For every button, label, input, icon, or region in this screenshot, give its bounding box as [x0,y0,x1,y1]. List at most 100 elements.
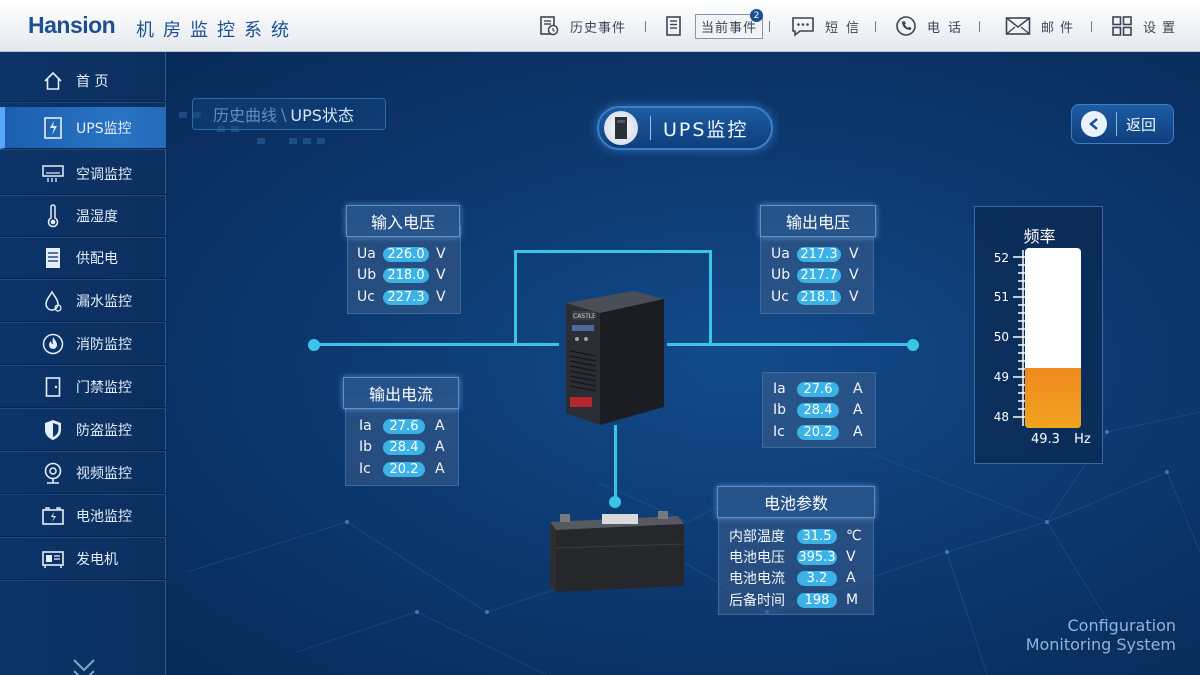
right-current-value-b: 28.4 [797,402,839,418]
nav-divider [979,21,980,32]
sidebar-item-label: 消防监控 [76,336,132,353]
battery-backup-time-value: 198 [797,592,837,608]
fire-icon [40,331,66,357]
nav-label: 邮件 [1041,20,1080,36]
nav-sms[interactable]: 短信 [791,0,867,52]
sidebar-item-label: 防盗监控 [76,422,132,439]
ups-brand-text: CASTLE [573,313,596,320]
sidebar-item-access[interactable]: 门禁监控 [0,366,166,408]
input-voltage-row-b: Ub 218.0 V [357,267,446,283]
shield-icon [40,417,66,443]
sidebar-item-generator[interactable]: 发电机 [0,538,166,580]
frequency-tick-label: 52 [993,251,1009,265]
output-voltage-row-b: Ub 217.7 V [771,267,859,283]
sidebar-item-security[interactable]: 防盗监控 [0,409,166,451]
nav-history-events[interactable]: 历史事件 [538,0,626,52]
watermark-line: Configuration [1067,616,1176,635]
sidebar-item-label: 空调监控 [76,166,132,183]
battery-title: 电池参数 [717,486,875,518]
air-conditioner-icon [40,161,66,187]
nav-label: 电话 [927,20,970,36]
sidebar-item-air-conditioner[interactable]: 空调监控 [0,153,166,195]
output-voltage-value-b: 217.7 [797,267,841,283]
sidebar-item-fire[interactable]: 消防监控 [0,323,166,365]
nav-divider [645,21,646,32]
breadcrumb-parent-link[interactable]: 历史曲线 [213,102,277,126]
output-voltage-row-a: Ua 217.3 V [771,246,859,262]
right-current-row-a: Ia 27.6 A [773,381,863,397]
ups-device-image: CASTLE [566,291,664,425]
header-bar: Hansion 机房监控系统 历史事件 当前事件 2 短信 电话 邮件 设置 [0,0,1200,52]
sidebar-item-ups[interactable]: UPS监控 [0,107,166,149]
nav-phone[interactable]: 电话 [895,0,969,52]
nav-divider [769,21,770,32]
back-divider [1116,112,1117,136]
bypass-line-top [514,250,712,253]
nav-current-events[interactable]: 当前事件 2 [663,0,764,52]
input-voltage-value-a: 226.0 [383,246,429,262]
input-line-left [314,343,559,346]
back-button[interactable]: 返回 [1071,104,1174,144]
frequency-value: 49.3 [1031,432,1060,447]
sidebar-item-label: 门禁监控 [76,379,132,396]
phone-icon [896,16,916,36]
current-events-icon [666,16,681,36]
page-title-box: UPS监控 [597,106,773,150]
sidebar: 首 页 UPS监控 空调监控 温湿度 供配电 漏水监控 消防监控 门禁监控 防盗… [0,52,166,675]
output-current-row-c: Ic 20.2 A [359,461,445,477]
output-node-dot [907,339,919,351]
camera-icon [40,460,66,486]
output-current-title: 输出电流 [343,377,459,409]
battery-node-dot [609,496,621,508]
sidebar-item-temperature[interactable]: 温湿度 [0,195,166,237]
frequency-tick-label: 49 [993,370,1009,384]
input-voltage-row-c: Uc 227.3 V [357,289,446,305]
sidebar-item-water-leak[interactable]: 漏水监控 [0,280,166,322]
battery-row-voltage: 电池电压 395.3 V [729,549,856,566]
title-divider [650,116,651,140]
nav-label: 短信 [825,20,868,36]
bypass-line-right [709,250,712,345]
frequency-tick-label: 51 [993,290,1009,304]
sidebar-item-home[interactable]: 首 页 [0,60,166,102]
brand-logo: Hansion [28,12,116,38]
battery-row-backup-time: 后备时间 198 M [729,592,859,609]
sidebar-item-label: 温湿度 [76,208,118,225]
output-current-row-a: Ia 27.6 A [359,418,445,434]
output-voltage-row-c: Uc 218.1 V [771,289,859,305]
sidebar-item-label: 发电机 [76,551,118,568]
power-distribution-icon [40,245,66,271]
frequency-tick-label: 50 [993,330,1009,344]
watermark-line: Monitoring System [1025,635,1176,654]
battery-row-current: 电池电流 3.2 A [729,570,856,587]
door-icon [40,374,66,400]
input-voltage-value-c: 227.3 [383,289,429,305]
page-title: UPS监控 [663,118,749,141]
battery-device-image [550,511,685,592]
chevron-down-icon [73,659,95,675]
right-current-value-c: 20.2 [797,424,839,440]
scroll-down-button[interactable] [70,656,98,675]
nav-divider [1091,21,1092,32]
nav-label: 设置 [1143,20,1182,36]
settings-icon [1112,16,1132,36]
sidebar-item-label: 首 页 [76,73,109,90]
right-current-row-c: Ic 20.2 A [773,424,863,440]
history-icon [540,16,559,36]
nav-settings[interactable]: 设置 [1111,0,1181,52]
thermometer-icon [40,203,66,229]
generator-icon [40,546,66,572]
output-current-value-c: 20.2 [383,461,425,477]
sidebar-item-battery[interactable]: 电池监控 [0,495,166,537]
event-count-badge: 2 [750,9,763,22]
sidebar-item-label: UPS监控 [76,120,132,137]
frequency-readout: 49.3 Hz [1031,432,1091,447]
sms-icon [792,17,814,37]
sidebar-item-video[interactable]: 视频监控 [0,452,166,494]
nav-mail[interactable]: 邮件 [1005,0,1079,52]
output-current-value-b: 28.4 [383,439,425,455]
sidebar-item-power[interactable]: 供配电 [0,237,166,279]
water-leak-icon [40,288,66,314]
back-label: 返回 [1126,115,1157,134]
input-voltage-row-a: Ua 226.0 V [357,246,446,262]
